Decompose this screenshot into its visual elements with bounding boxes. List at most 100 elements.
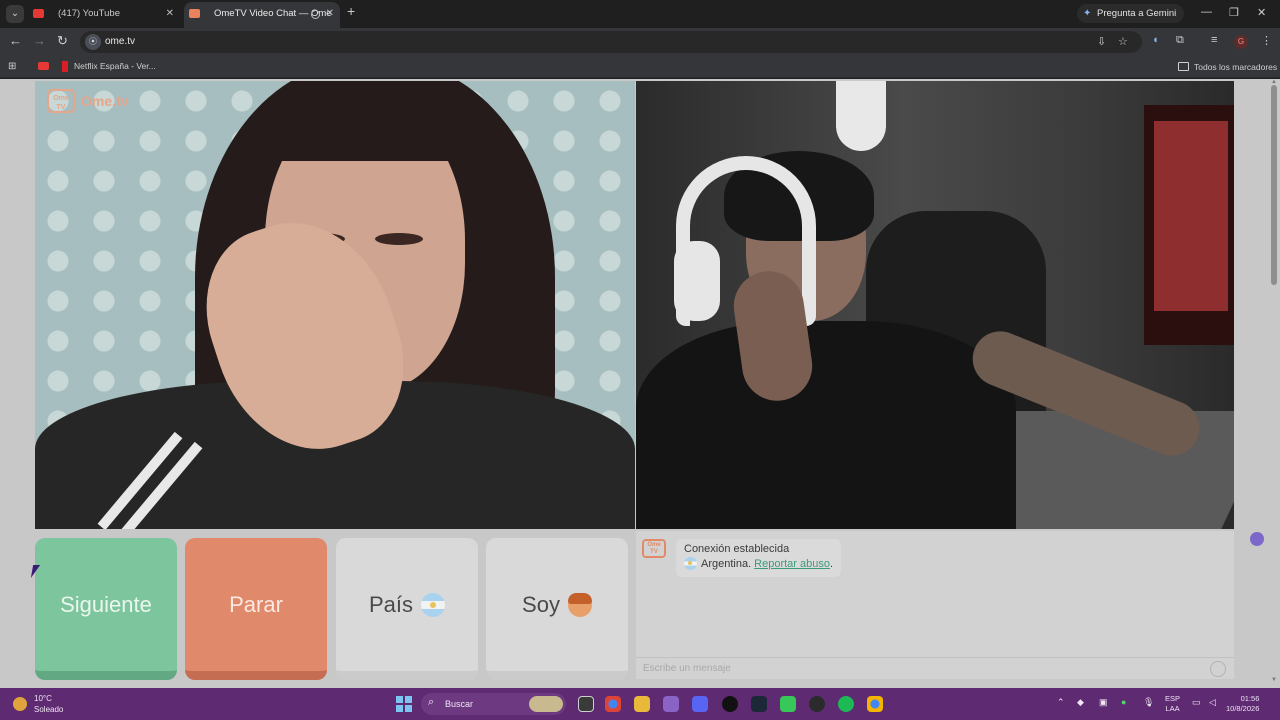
bookmark-netflix[interactable]: Netflix España - Ver... xyxy=(62,59,156,73)
chat-panel: Ome TV Conexión establecida Argentina. R… xyxy=(636,531,1234,679)
tray-status-icon[interactable]: ● xyxy=(1121,697,1126,707)
stop-button[interactable]: Parar xyxy=(185,538,327,680)
steam-icon[interactable] xyxy=(751,696,767,712)
app-icon[interactable] xyxy=(809,696,825,712)
ometv-page: ▲ ▼ Ome TV Ome.tv Siguiente Parar País S… xyxy=(0,79,1280,688)
search-icon: ⌕ xyxy=(428,696,435,708)
tab-strip: ⌄ (417) YouTube ✕ OmeTV Video Chat — Ome… xyxy=(0,0,1280,28)
scroll-down-icon[interactable]: ▼ xyxy=(1271,677,1277,683)
network-icon[interactable]: ▭ xyxy=(1192,697,1201,708)
close-tab-icon[interactable]: ✕ xyxy=(326,2,334,26)
apps-grid-icon[interactable]: ⊞ xyxy=(8,61,16,72)
back-icon[interactable]: ← xyxy=(9,33,22,48)
youtube-bookmark-icon[interactable] xyxy=(38,62,49,70)
self-video xyxy=(636,81,1234,529)
chrome-app-icon[interactable] xyxy=(605,696,621,712)
install-app-icon[interactable]: ⇩ xyxy=(1097,35,1106,48)
country-button[interactable]: País xyxy=(336,538,478,680)
close-window-icon[interactable]: ✕ xyxy=(1257,6,1266,19)
tray-app-icon[interactable]: ▣ xyxy=(1099,697,1108,708)
system-clock[interactable]: 01:56 10/8/2026 xyxy=(1226,694,1259,714)
bangs-shape xyxy=(263,91,473,161)
system-message: Conexión establecida Argentina. Reportar… xyxy=(676,539,842,577)
spotify-icon[interactable] xyxy=(838,696,854,712)
steam-tray-icon[interactable]: ◆ xyxy=(1077,697,1084,708)
keyboard-layout: LAA xyxy=(1165,704,1180,713)
weather-temperature[interactable]: 10°C xyxy=(34,694,52,703)
media-control-icon[interactable]: ◖ xyxy=(1152,34,1159,46)
browser-toolbar: ← → ↻ ⦿ ome.tv ⇩ ☆ ◖ ⧉ ≡ G ⋮ xyxy=(0,28,1280,56)
gender-label: Soy xyxy=(522,592,560,618)
minimize-icon[interactable]: — xyxy=(1201,6,1212,18)
floating-extension-icon[interactable] xyxy=(1250,532,1264,546)
wall-decoration xyxy=(836,81,886,151)
youtube-favicon-icon xyxy=(33,9,44,18)
clock-time: 01:56 xyxy=(1240,694,1260,703)
country-label: País xyxy=(368,592,414,618)
volume-icon[interactable]: ◁ xyxy=(1209,697,1216,708)
emoji-icon[interactable] xyxy=(1210,661,1226,677)
next-button[interactable]: Siguiente xyxy=(35,538,177,680)
game-app-icon[interactable] xyxy=(780,696,796,712)
search-placeholder: Buscar xyxy=(445,699,474,709)
discord-icon[interactable] xyxy=(692,696,708,712)
argentina-flag-icon xyxy=(684,557,697,570)
scrollbar-thumb[interactable] xyxy=(1271,85,1277,285)
recording-indicator-icon xyxy=(311,10,320,19)
ometv-favicon-icon xyxy=(189,9,200,18)
profile-avatar[interactable]: G xyxy=(1234,35,1248,49)
restore-icon[interactable]: ❐ xyxy=(1229,6,1239,19)
sun-icon[interactable] xyxy=(13,697,27,711)
language-code: ESP xyxy=(1165,694,1181,703)
task-view-icon[interactable] xyxy=(578,696,594,712)
forward-icon[interactable]: → xyxy=(33,33,46,48)
weather-condition[interactable]: Soleado xyxy=(34,705,63,714)
gemini-button[interactable]: ✦ Pregunta a Gemini xyxy=(1077,4,1185,23)
boy-icon xyxy=(567,593,592,618)
tab-search-button[interactable]: ⌄ xyxy=(6,5,24,23)
gender-button[interactable]: Soy xyxy=(486,538,628,680)
kebab-menu-icon[interactable]: ⋮ xyxy=(1261,34,1272,47)
reload-icon[interactable]: ↻ xyxy=(57,33,68,49)
all-bookmarks-button[interactable]: Todos los marcadores xyxy=(1178,60,1277,74)
all-bookmarks-label: Todos los marcadores xyxy=(1194,62,1278,72)
store-icon[interactable] xyxy=(663,696,679,712)
extensions-icon[interactable]: ⧉ xyxy=(1176,34,1184,47)
ometv-logo-text: Ome.tv xyxy=(81,93,129,109)
argentina-flag-icon xyxy=(421,593,446,618)
windows-taskbar: 10°C Soleado ⌕ Buscar ⌃ ◆ ▣ ● 🎙 ESP LAA … xyxy=(0,688,1280,720)
windows-start-icon[interactable] xyxy=(396,696,412,712)
tab-ometv[interactable]: OmeTV Video Chat — Ome ✕ xyxy=(184,2,340,28)
search-highlight-icon xyxy=(529,696,563,712)
torso-shape xyxy=(636,321,1016,529)
message-input[interactable]: Escribe un mensaje xyxy=(636,657,1234,679)
report-abuse-link[interactable]: Reportar abuso xyxy=(754,558,830,570)
site-info-icon[interactable]: ⦿ xyxy=(85,34,101,50)
pc-glow-shape xyxy=(1154,121,1228,311)
eye-shape xyxy=(375,233,423,245)
hidden-icons-chevron-icon[interactable]: ⌃ xyxy=(1057,697,1065,708)
stop-label: Parar xyxy=(229,592,283,618)
obs-icon[interactable] xyxy=(722,696,738,712)
close-tab-icon[interactable]: ✕ xyxy=(166,2,174,26)
clock-date: 10/8/2026 xyxy=(1226,704,1260,713)
ometv-chat-logo-icon: Ome TV xyxy=(642,539,666,558)
folder-icon xyxy=(1178,62,1189,71)
chrome-active-icon[interactable] xyxy=(867,696,883,712)
bookmarks-bar: ⊞ Netflix España - Ver... Todos los marc… xyxy=(0,56,1280,78)
taskbar-search[interactable]: ⌕ Buscar xyxy=(421,693,566,715)
partner-country: Argentina. xyxy=(701,557,752,570)
address-bar[interactable]: ⦿ ome.tv ⇩ ☆ xyxy=(80,31,1142,53)
report-suffix: . xyxy=(829,557,834,570)
new-tab-button[interactable]: + xyxy=(347,3,355,19)
ometv-logo-icon: Ome TV xyxy=(47,89,75,113)
file-explorer-icon[interactable] xyxy=(634,696,650,712)
tab-youtube[interactable]: (417) YouTube ✕ xyxy=(28,2,180,28)
bookmark-star-icon[interactable]: ☆ xyxy=(1118,35,1128,48)
stranger-video: Ome TV Ome.tv xyxy=(35,81,635,529)
message-placeholder: Escribe un mensaje xyxy=(643,663,731,674)
reading-list-icon[interactable]: ≡ xyxy=(1211,34,1217,46)
microphone-icon[interactable]: 🎙 xyxy=(1143,697,1154,708)
language-indicator[interactable]: ESP LAA xyxy=(1165,694,1180,714)
connection-status: Conexión establecida xyxy=(684,543,790,555)
